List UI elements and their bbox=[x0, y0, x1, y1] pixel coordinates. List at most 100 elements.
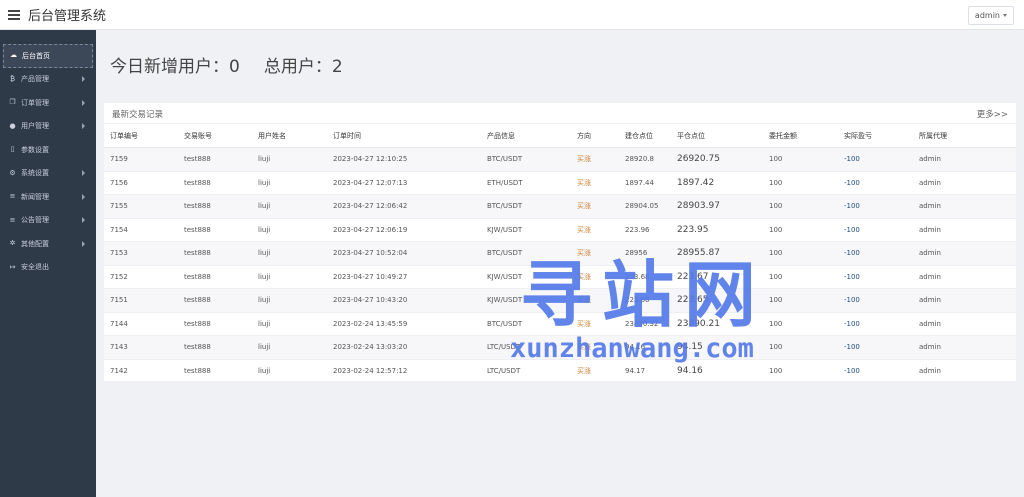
sidebar-item-9[interactable]: ↦ 安全退出 bbox=[3, 256, 93, 280]
table-cell: 26920.75 bbox=[671, 147, 763, 172]
table-cell: 23890.32 bbox=[619, 312, 671, 336]
user-icon: ● bbox=[9, 121, 16, 130]
sidebar-item-5[interactable]: ⚙ 系统设置 bbox=[3, 162, 93, 186]
sidebar-item-7[interactable]: ≡ 公告管理 bbox=[3, 209, 93, 233]
table-row[interactable]: 7155 test888 liuji 2023-04-27 12:06:42 BTC/U… bbox=[104, 194, 1016, 219]
column-header[interactable]: 订单编号 bbox=[104, 124, 178, 148]
user-stats: 今日新增用户：0 总用户：2 bbox=[110, 52, 343, 77]
table-cell: 买涨 bbox=[571, 312, 619, 336]
table-cell: 223.66 bbox=[619, 288, 671, 313]
logout-icon: ↦ bbox=[9, 262, 16, 271]
table-cell: 7159 bbox=[104, 147, 178, 172]
table-cell: 223.67 bbox=[671, 265, 763, 289]
table-cell: test888 bbox=[178, 171, 252, 195]
table-cell: -100 bbox=[838, 194, 913, 219]
table-cell: test888 bbox=[178, 194, 252, 219]
table-cell: 94.16 bbox=[671, 359, 763, 383]
sidebar-item-label: 其他配置 bbox=[21, 239, 49, 248]
column-header[interactable]: 交易账号 bbox=[178, 124, 252, 148]
sidebar-item-2[interactable]: ❐ 订单管理 bbox=[3, 91, 93, 115]
table-cell: 2023-04-27 12:06:42 bbox=[327, 194, 481, 219]
table-cell: 223.95 bbox=[671, 218, 763, 242]
table-cell: 7152 bbox=[104, 265, 178, 289]
today-new-users-value: 0 bbox=[229, 57, 240, 77]
table-cell: BTC/USDT bbox=[481, 241, 571, 266]
table-cell: 28904.05 bbox=[619, 194, 671, 219]
total-users-value: 2 bbox=[331, 57, 343, 77]
total-users-label: 总用户： bbox=[263, 57, 332, 77]
sidebar-item-0[interactable]: ☁ 后台首页 bbox=[3, 44, 93, 68]
table-cell: -100 bbox=[838, 171, 913, 195]
table-cell: admin bbox=[913, 335, 1016, 360]
user-dropdown[interactable]: admin bbox=[967, 6, 1014, 25]
table-cell: test888 bbox=[178, 359, 252, 383]
table-cell: test888 bbox=[178, 147, 252, 172]
table-cell: KJW/USDT bbox=[481, 265, 571, 289]
table-row[interactable]: 7142 test888 liuji 2023-02-24 12:57:12 LTC/U… bbox=[104, 359, 1016, 383]
table-cell: liuji bbox=[252, 335, 327, 360]
table-cell: liuji bbox=[252, 171, 327, 195]
table-cell: liuji bbox=[252, 265, 327, 289]
column-header[interactable]: 实际盈亏 bbox=[838, 124, 913, 148]
table-cell: 100 bbox=[763, 218, 838, 242]
table-cell: liuji bbox=[252, 218, 327, 242]
table-cell: admin bbox=[913, 218, 1016, 242]
table-cell: -100 bbox=[838, 359, 913, 383]
table-row[interactable]: 7143 test888 liuji 2023-02-24 13:03:20 LTC/U… bbox=[104, 335, 1016, 360]
table-row[interactable]: 7144 test888 liuji 2023-02-24 13:45:59 BTC/U… bbox=[104, 312, 1016, 336]
table-cell: 买涨 bbox=[571, 147, 619, 172]
table-cell: liuji bbox=[252, 147, 327, 172]
table-cell: 100 bbox=[763, 312, 838, 336]
table-cell: 7151 bbox=[104, 288, 178, 313]
table-row[interactable]: 7154 test888 liuji 2023-04-27 12:06:19 KJW/U… bbox=[104, 218, 1016, 242]
table-row[interactable]: 7156 test888 liuji 2023-04-27 12:07:13 ETH/U… bbox=[104, 171, 1016, 195]
column-header[interactable]: 用户姓名 bbox=[252, 124, 327, 148]
table-cell: 买涨 bbox=[571, 335, 619, 360]
list-icon: ≡ bbox=[9, 215, 16, 224]
gears-icon: ⚙ bbox=[9, 168, 16, 177]
table-row[interactable]: 7152 test888 liuji 2023-04-27 10:49:27 KJW/U… bbox=[104, 265, 1016, 289]
table-cell: 7144 bbox=[104, 312, 178, 336]
column-header[interactable]: 方向 bbox=[571, 124, 619, 148]
sidebar-item-6[interactable]: ≡ 新闻管理 bbox=[3, 185, 93, 209]
table-cell: 7142 bbox=[104, 359, 178, 383]
sidebar-item-3[interactable]: ● 用户管理 bbox=[3, 115, 93, 139]
sidebar-item-label: 产品管理 bbox=[21, 75, 49, 84]
table-cell: liuji bbox=[252, 312, 327, 336]
hamburger-menu-icon[interactable] bbox=[8, 9, 20, 20]
table-cell: 23890.21 bbox=[671, 312, 763, 336]
sidebar-item-8[interactable]: ✲ 其他配置 bbox=[3, 232, 93, 256]
column-header[interactable]: 建仓点位 bbox=[619, 124, 671, 148]
table-cell: test888 bbox=[178, 312, 252, 336]
more-link[interactable]: 更多>> bbox=[977, 108, 1008, 120]
sidebar: ☁ 后台首页 ₿ 产品管理 ❐ 订单管理 ● 用户管理 ▯ 参数设置 ⚙ 系统设置 ≡ 新闻管理 ≡ 公告管理… bbox=[0, 30, 96, 497]
column-header[interactable]: 所属代理 bbox=[913, 124, 1016, 148]
gear-icon: ✲ bbox=[9, 239, 16, 248]
table-cell: 28920.8 bbox=[619, 147, 671, 172]
table-row[interactable]: 7153 test888 liuji 2023-04-27 10:52:04 BTC/U… bbox=[104, 241, 1016, 266]
table-cell: LTC/USDT bbox=[481, 335, 571, 360]
table-cell: KJW/USDT bbox=[481, 218, 571, 242]
chevron-right-icon bbox=[82, 76, 85, 83]
column-header[interactable]: 委托金额 bbox=[763, 124, 838, 148]
sidebar-item-4[interactable]: ▯ 参数设置 bbox=[3, 138, 93, 162]
top-header: 后台管理系统 admin bbox=[0, 0, 1024, 30]
column-header[interactable]: 产品信息 bbox=[481, 124, 571, 148]
bitcoin-icon: ₿ bbox=[9, 74, 16, 83]
table-cell: 2023-04-27 10:49:27 bbox=[327, 265, 481, 289]
sidebar-item-1[interactable]: ₿ 产品管理 bbox=[3, 68, 93, 92]
table-cell: 28955.87 bbox=[671, 241, 763, 266]
table-cell: 100 bbox=[763, 147, 838, 172]
chevron-right-icon bbox=[82, 123, 85, 130]
table-cell: admin bbox=[913, 241, 1016, 266]
table-cell: 买涨 bbox=[571, 241, 619, 266]
table-cell: admin bbox=[913, 288, 1016, 313]
sidebar-item-label: 参数设置 bbox=[21, 145, 49, 154]
table-row[interactable]: 7159 test888 liuji 2023-04-27 12:10:25 BTC/U… bbox=[104, 147, 1016, 172]
table-cell: KJW/USDT bbox=[481, 288, 571, 313]
column-header[interactable]: 平仓点位 bbox=[671, 124, 763, 148]
table-cell: test888 bbox=[178, 335, 252, 360]
column-header[interactable]: 订单时间 bbox=[327, 124, 481, 148]
chevron-right-icon bbox=[82, 99, 85, 106]
table-row[interactable]: 7151 test888 liuji 2023-04-27 10:43:20 KJW/U… bbox=[104, 288, 1016, 313]
